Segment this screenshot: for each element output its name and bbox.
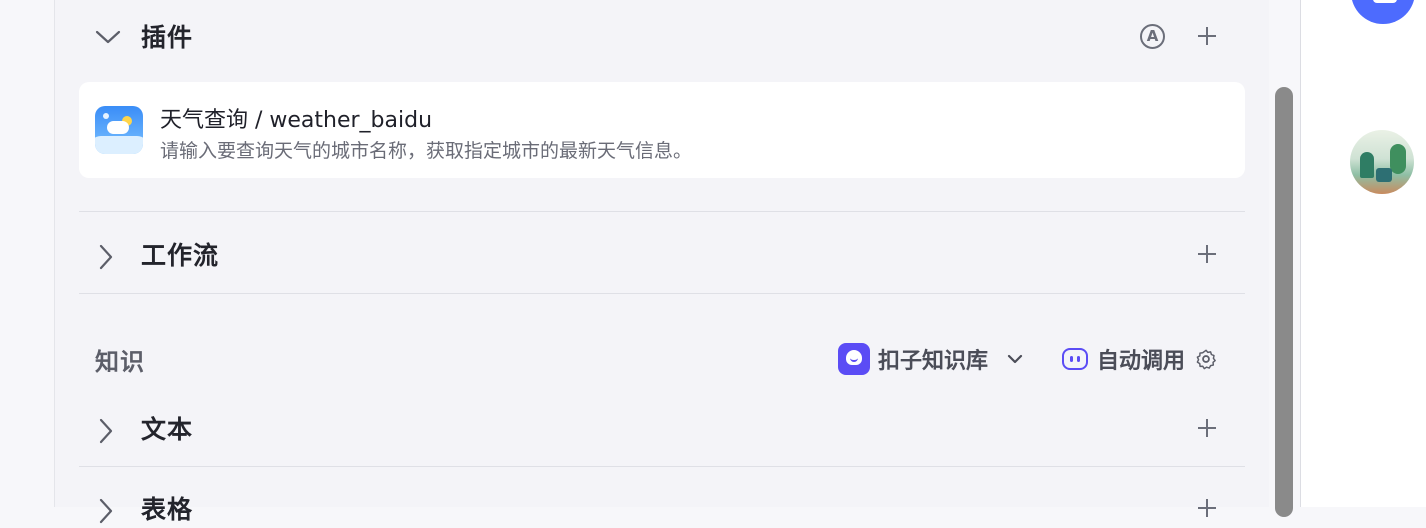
chevron-right-icon[interactable] [95, 418, 115, 444]
knowledge-title: 知识 [95, 347, 145, 376]
knowledge-source-select[interactable]: 扣子知识库 [878, 343, 988, 375]
chevron-down-icon[interactable] [95, 26, 121, 46]
workflow-title: 工作流 [141, 241, 220, 270]
auto-mode-icon[interactable]: A [1140, 23, 1165, 49]
scrollbar-thumb[interactable] [1275, 87, 1293, 517]
gear-icon[interactable] [1195, 348, 1217, 370]
plugins-title: 插件 [141, 23, 194, 52]
divider [79, 211, 1245, 212]
auto-call-bot-icon [1061, 348, 1088, 370]
table-section-header[interactable]: 表格 [79, 488, 1245, 528]
divider [79, 466, 1245, 467]
plugin-name: 天气查询 / weather_baidu [160, 108, 433, 133]
weather-plugin-icon [95, 106, 143, 154]
text-section-header[interactable]: 文本 [79, 408, 1245, 448]
table-title: 表格 [141, 495, 194, 524]
plugin-card[interactable]: 天气查询 / weather_baidu 请输入要查询天气的城市名称，获取指定城… [79, 82, 1245, 178]
knowledge-base-icon[interactable] [837, 343, 870, 375]
scrollbar-track[interactable] [1269, 0, 1301, 517]
text-title: 文本 [141, 415, 194, 444]
knowledge-header: 知识 扣子知识库 自动调用 [79, 338, 1245, 380]
add-text-button[interactable] [1195, 416, 1219, 440]
chevron-right-icon[interactable] [95, 244, 115, 270]
add-plugin-button[interactable] [1195, 24, 1219, 48]
chevron-down-icon[interactable] [1006, 350, 1024, 368]
auto-call-label[interactable]: 自动调用 [1097, 343, 1185, 375]
left-gutter [0, 0, 55, 507]
workflow-section-header[interactable]: 工作流 [79, 234, 1245, 274]
user-avatar[interactable] [1350, 130, 1414, 194]
chevron-right-icon[interactable] [95, 498, 115, 524]
plugins-section-header[interactable]: 插件 A [79, 16, 1245, 56]
divider [79, 293, 1245, 294]
plugin-description: 请输入要查询天气的城市名称，获取指定城市的最新天气信息。 [160, 140, 693, 162]
bot-action-button[interactable] [1351, 0, 1415, 24]
right-rail [1301, 0, 1426, 507]
add-workflow-button[interactable] [1195, 242, 1219, 266]
add-table-button[interactable] [1195, 496, 1219, 520]
